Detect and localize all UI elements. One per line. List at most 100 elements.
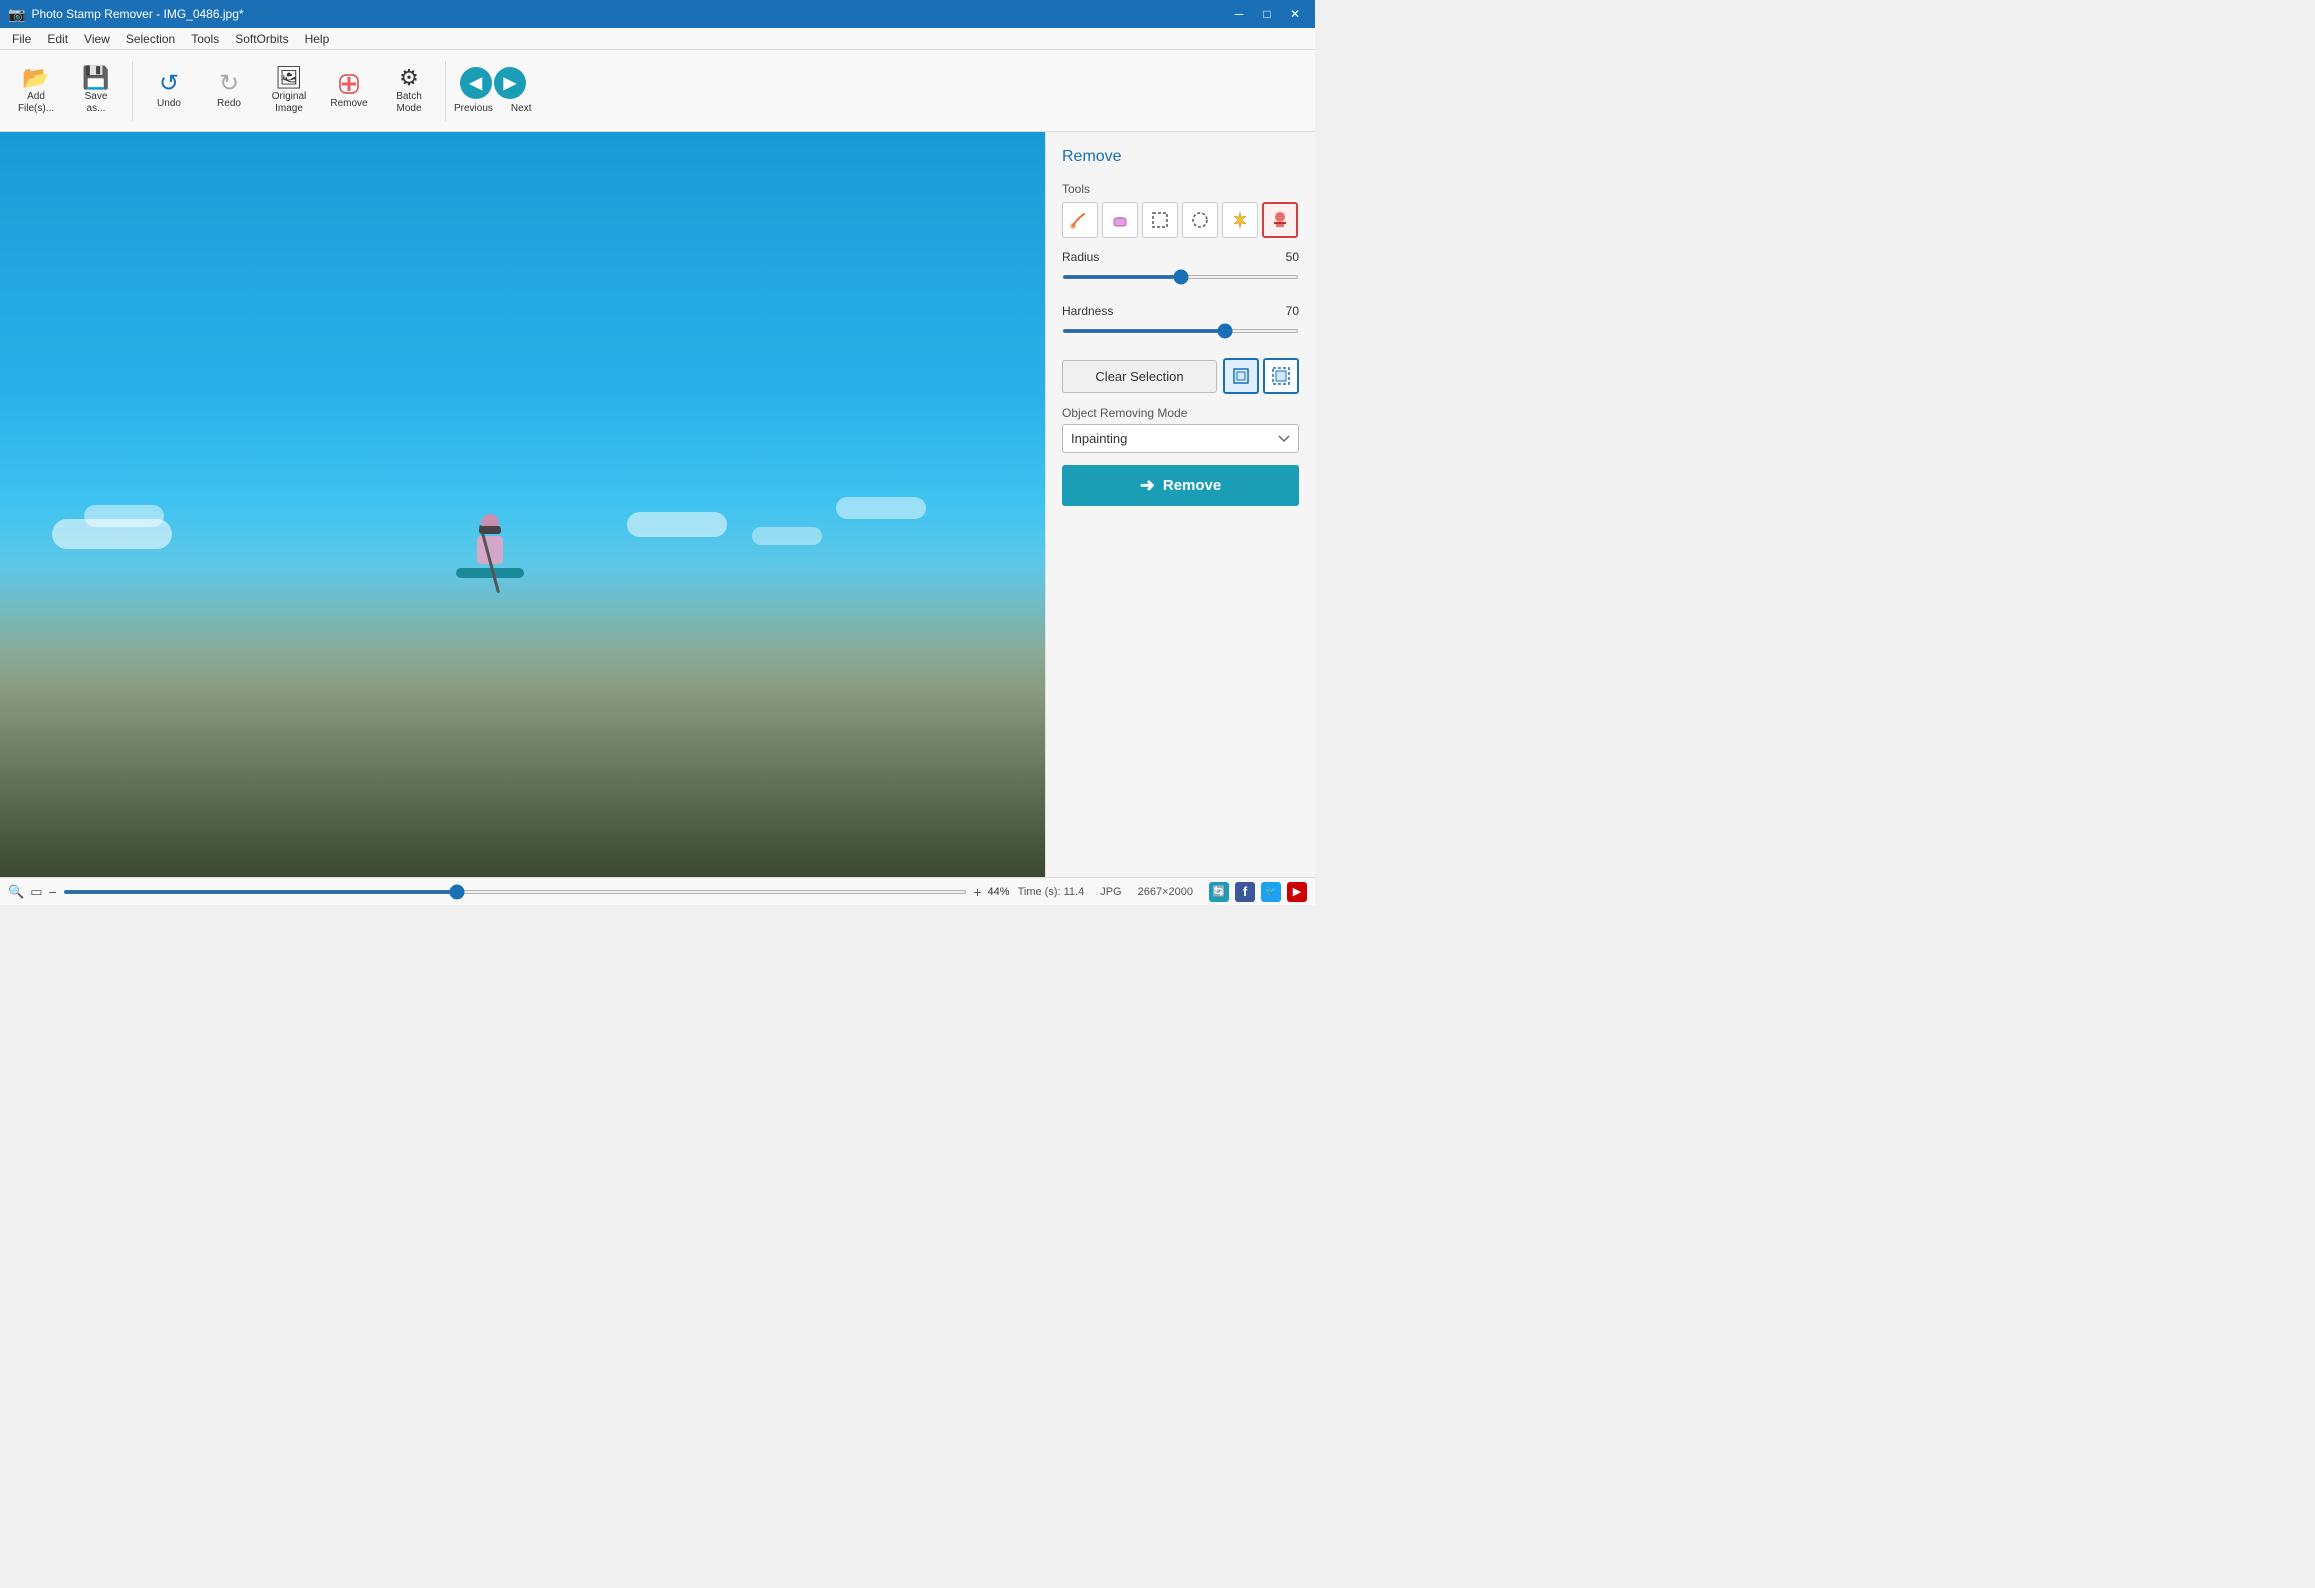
clear-selection-button[interactable]: Clear Selection: [1062, 360, 1217, 393]
mode-label: Object Removing Mode: [1062, 406, 1299, 420]
cloud-3: [627, 512, 727, 537]
batch-mode-button[interactable]: ⚙ BatchMode: [381, 55, 437, 127]
tool-lasso[interactable]: [1182, 202, 1218, 238]
mode-section: Object Removing Mode Inpainting Content-…: [1062, 406, 1299, 453]
menu-tools[interactable]: Tools: [183, 30, 227, 48]
original-image-button[interactable]: 🖼 OriginalImage: [261, 55, 317, 127]
save-as-label: Saveas...: [85, 91, 108, 115]
image-canvas[interactable]: [0, 132, 1045, 877]
tool-rect[interactable]: [1142, 202, 1178, 238]
undo-label: Undo: [157, 98, 181, 110]
statusbar: 🔍 ▭ − + 44% Time (s): 11.4 JPG 2667×2000…: [0, 877, 1315, 905]
toolbar-sep-2: [445, 61, 446, 121]
cloud-5: [836, 497, 926, 519]
nav-group: ◀ ▶ Previous Next: [454, 67, 531, 114]
social-icons: 🔄 f 🐦 ▶: [1209, 882, 1307, 902]
radius-slider[interactable]: [1062, 275, 1299, 279]
frame-icon: ▭: [30, 884, 42, 900]
menu-view[interactable]: View: [76, 30, 118, 48]
tool-magic-wand[interactable]: [1222, 202, 1258, 238]
redo-button[interactable]: ↻ Redo: [201, 55, 257, 127]
remove-toolbar-label: Remove: [330, 98, 367, 110]
zoom-indicator-icon: 🔍: [8, 884, 24, 900]
sel-icons: [1223, 358, 1299, 394]
tools-label: Tools: [1062, 182, 1299, 196]
radius-value: 50: [1286, 250, 1299, 264]
save-as-button[interactable]: 💾 Saveas...: [68, 55, 124, 127]
cloud-4: [752, 527, 822, 545]
window-title: Photo Stamp Remover - IMG_0486.jpg*: [31, 7, 1227, 21]
undo-button[interactable]: ↺ Undo: [141, 55, 197, 127]
main-area: Remove Tools: [0, 132, 1315, 877]
time-label: Time (s): 11.4: [1018, 886, 1085, 898]
canvas-area[interactable]: [0, 132, 1045, 877]
person-hat: [479, 526, 501, 534]
social-icon-facebook[interactable]: f: [1235, 882, 1255, 902]
original-image-icon: 🖼: [275, 67, 303, 89]
social-icon-twitter[interactable]: 🐦: [1261, 882, 1281, 902]
tools-grid: [1062, 202, 1299, 238]
sel-expand-button[interactable]: [1263, 358, 1299, 394]
format-label: JPG: [1100, 886, 1121, 898]
clear-selection-row: Clear Selection: [1062, 358, 1299, 394]
tool-eraser[interactable]: [1102, 202, 1138, 238]
batch-mode-label: BatchMode: [396, 91, 422, 115]
menu-selection[interactable]: Selection: [118, 30, 183, 48]
hardness-slider[interactable]: [1062, 329, 1299, 333]
mode-select-wrapper: Inpainting Content-Aware Fill AI Mode: [1062, 424, 1299, 453]
dimensions-label: 2667×2000: [1138, 886, 1193, 898]
menu-softorbits[interactable]: SoftOrbits: [227, 30, 296, 48]
save-as-icon: 💾: [82, 67, 109, 89]
close-button[interactable]: ✕: [1283, 4, 1307, 24]
tool-brush[interactable]: [1062, 202, 1098, 238]
batch-mode-icon: ⚙: [399, 67, 419, 89]
panel-title: Remove: [1062, 148, 1299, 166]
window-controls: ─ □ ✕: [1227, 4, 1307, 24]
hardness-value: 70: [1286, 304, 1299, 318]
add-files-button[interactable]: 📂 AddFile(s)...: [8, 55, 64, 127]
status-left: 🔍 ▭ − + 44%: [8, 884, 1010, 900]
menu-edit[interactable]: Edit: [39, 30, 76, 48]
previous-label: Previous: [454, 103, 493, 114]
menu-help[interactable]: Help: [297, 30, 338, 48]
minimize-button[interactable]: ─: [1227, 4, 1251, 24]
titlebar: 📷 Photo Stamp Remover - IMG_0486.jpg* ─ …: [0, 0, 1315, 28]
tool-stamp[interactable]: [1262, 202, 1298, 238]
add-files-label: AddFile(s)...: [18, 91, 54, 115]
app-icon: 📷: [8, 6, 25, 23]
menubar: File Edit View Selection Tools SoftOrbit…: [0, 28, 1315, 50]
remove-button[interactable]: ➜ Remove: [1062, 465, 1299, 506]
mode-dropdown[interactable]: Inpainting Content-Aware Fill AI Mode: [1062, 424, 1299, 453]
undo-icon: ↺: [159, 72, 179, 96]
social-icon-youtube[interactable]: ▶: [1287, 882, 1307, 902]
next-label: Next: [511, 103, 532, 114]
original-image-label: OriginalImage: [272, 91, 306, 115]
hardness-label: Hardness: [1062, 304, 1113, 318]
tools-section: Tools: [1062, 182, 1299, 238]
add-files-icon: 📂: [22, 67, 49, 89]
zoom-slider[interactable]: [63, 890, 968, 894]
toolbar: 📂 AddFile(s)... 💾 Saveas... ↺ Undo ↻ Red…: [0, 50, 1315, 132]
zoom-value: 44%: [988, 886, 1010, 898]
status-right: Time (s): 11.4 JPG 2667×2000 🔄 f 🐦 ▶: [1018, 882, 1307, 902]
sel-shrink-button[interactable]: [1223, 358, 1259, 394]
maximize-button[interactable]: □: [1255, 4, 1279, 24]
zoom-plus-button[interactable]: +: [973, 884, 981, 900]
right-panel: Remove Tools: [1045, 132, 1315, 877]
remove-toolbar-button[interactable]: Remove: [321, 55, 377, 127]
hardness-section: Hardness 70: [1062, 304, 1299, 336]
redo-label: Redo: [217, 98, 241, 110]
social-icon-1[interactable]: 🔄: [1209, 882, 1229, 902]
radius-label: Radius: [1062, 250, 1099, 264]
zoom-minus-button[interactable]: −: [48, 884, 56, 900]
radius-section: Radius 50: [1062, 250, 1299, 282]
cloud-2: [84, 505, 164, 527]
next-button[interactable]: ▶: [494, 67, 526, 99]
remove-arrow-icon: ➜: [1140, 475, 1155, 496]
subject-person: [460, 514, 520, 594]
menu-file[interactable]: File: [4, 30, 39, 48]
remove-button-label: Remove: [1163, 477, 1221, 494]
previous-button[interactable]: ◀: [460, 67, 492, 99]
remove-toolbar-icon: [337, 72, 361, 96]
redo-icon: ↻: [219, 72, 239, 96]
